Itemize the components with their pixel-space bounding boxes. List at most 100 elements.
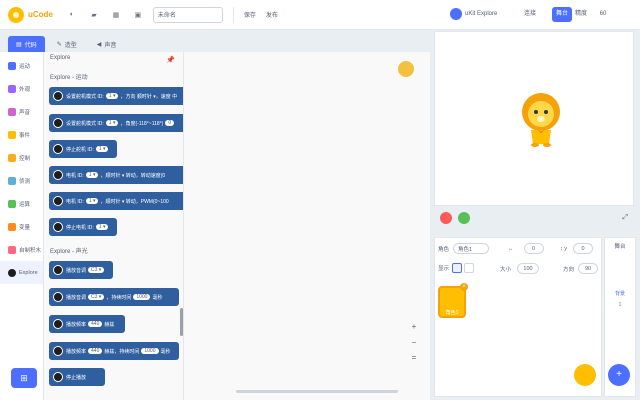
project-name-input[interactable] — [152, 6, 223, 23]
zoom-in-button[interactable]: + — [409, 322, 419, 331]
palette-section-title: Explore — [50, 55, 71, 61]
zoom-reset-button[interactable]: = — [409, 353, 419, 362]
block-stop-motor[interactable]: 停止电机 ID: 1 ▾ — [49, 218, 117, 236]
globe-icon[interactable]: ◐ — [67, 11, 77, 19]
sprite-show-row: 显示 — [438, 263, 475, 273]
divider — [232, 6, 234, 23]
sprite-size-row: 大小 — [500, 263, 540, 274]
explore-robot-icon — [53, 372, 63, 382]
sprite-y-row: ↕ y — [560, 243, 594, 254]
category-looks[interactable]: 外观 — [0, 77, 43, 100]
looks-icon — [8, 84, 16, 93]
sprite-direction-row: 方向 — [563, 263, 599, 274]
sprite-x-row: ↔ — [508, 243, 544, 254]
block-motor-speed[interactable]: 电机 ID: 1 ▾ ，顺时针 ▾ 转动，转动速度(0 — [49, 166, 183, 184]
sprite-direction-input[interactable] — [578, 263, 599, 274]
sprite-size-input[interactable] — [517, 263, 540, 274]
block-stop-playing[interactable]: 停止播放 — [49, 368, 105, 386]
workspace-scrollbar[interactable] — [236, 390, 398, 393]
speaker-icon: ◀ — [96, 41, 102, 48]
operators-icon — [8, 199, 16, 208]
grid-icon[interactable]: ▦ — [111, 11, 121, 19]
add-sprite-button[interactable]: + — [608, 364, 630, 386]
show-visible-icon[interactable] — [452, 263, 463, 273]
sound-icon — [8, 107, 16, 116]
category-menu: 运动 外观 声音 事件 控制 侦测 运算 变量 自制积木 Explore — [0, 52, 44, 400]
sprite-indicator-icon — [398, 61, 414, 77]
category-events[interactable]: 事件 — [0, 123, 43, 146]
category-control[interactable]: 控制 — [0, 146, 43, 169]
category-sensing[interactable]: 侦测 — [0, 169, 43, 192]
save-button[interactable]: 保存 — [244, 10, 256, 19]
category-variables[interactable]: 变量 — [0, 215, 43, 238]
sprite-y-input[interactable] — [573, 243, 594, 254]
events-icon — [8, 130, 16, 139]
block-play-tone[interactable]: 播放音调 C3 ▾ — [49, 261, 113, 279]
green-flag-icon[interactable] — [458, 212, 470, 224]
my-blocks-icon — [8, 245, 16, 254]
precision-button[interactable]: 精度 — [575, 8, 587, 17]
block-motor-pwm[interactable]: 电机 ID: 1 ▾ ，顺时针 ▾ 转动，PWM(0~100 — [49, 192, 183, 210]
fullscreen-icon[interactable]: ⤢ — [622, 214, 628, 222]
variables-icon — [8, 222, 16, 231]
tab-sounds[interactable]: ◀ 声音 — [89, 36, 125, 52]
palette-section-sound-light: Explore - 声光 — [50, 249, 88, 255]
app-brand: uCode — [28, 10, 53, 19]
control-icon — [8, 153, 16, 162]
palette-scrollbar[interactable] — [180, 308, 183, 336]
palette-section-motion: Explore - 运动 — [50, 75, 88, 81]
tab-code[interactable]: ▤ 代码 — [8, 36, 45, 52]
explore-robot-icon — [53, 144, 63, 154]
block-palette: 📌 Explore Explore - 运动 设置舵机模式 ID: 1 ▾ ，方向 … — [44, 52, 184, 400]
connect-button[interactable]: 连接 — [524, 8, 536, 17]
category-motion[interactable]: 运动 — [0, 54, 43, 77]
category-operators[interactable]: 运算 — [0, 192, 43, 215]
explore-robot-icon — [53, 196, 63, 206]
sprite-thumbnail-label: 角色1 — [445, 310, 459, 316]
tab-costumes[interactable]: ✎ 造型 — [49, 36, 85, 52]
sensing-icon — [8, 176, 16, 185]
avatar — [450, 8, 462, 20]
block-servo-mode-angle[interactable]: 设置舵机模式 ID: 1 ▾ ，角度(-118°~118°) 0 — [49, 114, 183, 132]
stop-icon[interactable] — [440, 212, 452, 224]
code-workspace[interactable] — [184, 52, 430, 400]
block-play-frequency-duration[interactable]: 播放频率 440 赫兹，持续时间 1000 毫秒 — [49, 342, 179, 360]
explore-robot-icon — [53, 222, 63, 232]
backdrop-count: 1 — [618, 302, 622, 308]
sprite-x-input[interactable] — [523, 243, 544, 254]
explore-robot-icon — [53, 170, 63, 180]
category-my-blocks[interactable]: 自制积木 — [0, 238, 43, 261]
delete-sprite-icon[interactable]: × — [460, 283, 468, 291]
stage-mode-button[interactable]: 舞台 — [552, 7, 572, 22]
block-stop-servo[interactable]: 停止舵机 ID: 1 ▾ — [49, 140, 117, 158]
code-icon: ▤ — [16, 41, 22, 48]
editor-tabs: ▤ 代码 ✎ 造型 ◀ 声音 — [0, 30, 430, 52]
user-menu[interactable]: uKit Explore — [450, 8, 497, 20]
publish-button[interactable]: 发布 — [266, 10, 278, 19]
explore-robot-icon — [53, 91, 63, 101]
explore-robot-icon — [53, 265, 63, 275]
explore-robot-icon — [53, 319, 63, 329]
explore-robot-icon — [53, 118, 63, 128]
save-icon[interactable]: ▣ — [133, 11, 143, 19]
motion-icon — [8, 61, 16, 70]
sprite-name-input[interactable] — [453, 243, 490, 254]
zoom-level[interactable]: 60 — [596, 7, 610, 22]
assistant-mascot-button[interactable] — [574, 364, 596, 386]
block-play-frequency[interactable]: 播放频率 440 赫兹 — [49, 315, 125, 333]
block-servo-mode-speed[interactable]: 设置舵机模式 ID: 1 ▾ ，方向 顺时针 ▾，速度 中 — [49, 87, 183, 105]
show-hidden-icon[interactable] — [464, 263, 475, 273]
category-sound[interactable]: 声音 — [0, 100, 43, 123]
sprite-name-row: 角色 — [438, 243, 490, 254]
app-logo — [8, 6, 24, 23]
pin-icon[interactable]: 📌 — [166, 56, 175, 64]
category-explore[interactable]: Explore — [0, 261, 43, 284]
brush-icon: ✎ — [56, 41, 62, 48]
top-bar: uCode ◐ ▰ ▦ ▣ 保存 发布 — [0, 0, 640, 30]
block-play-tone-duration[interactable]: 播放音调 C3 ▾ ，持续时间 1000 毫秒 — [49, 288, 179, 306]
zoom-out-button[interactable]: − — [409, 338, 419, 347]
folder-icon[interactable]: ▰ — [89, 11, 99, 19]
user-name: uKit Explore — [465, 11, 498, 17]
lion-sprite[interactable] — [518, 92, 564, 148]
add-extension-button[interactable]: ⊞ — [11, 368, 37, 388]
